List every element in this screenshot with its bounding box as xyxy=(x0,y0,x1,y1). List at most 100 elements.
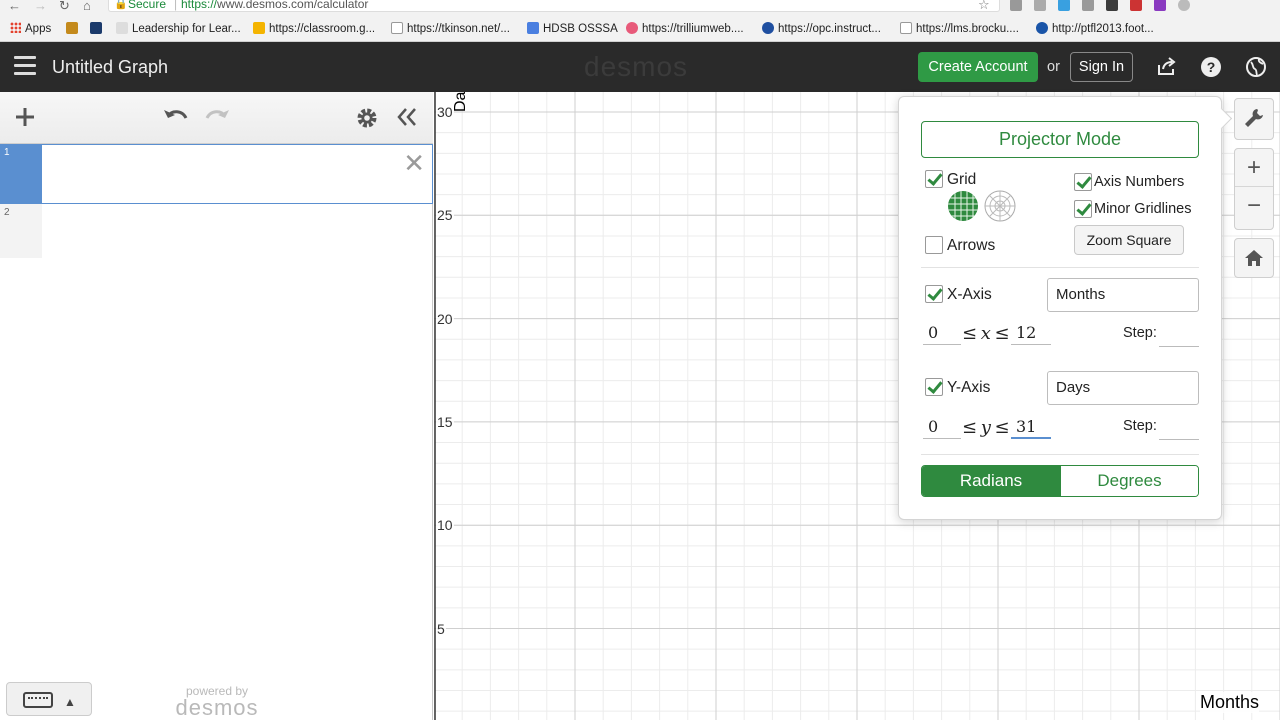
apps-grid-icon xyxy=(10,22,21,33)
degrees-button[interactable]: Degrees xyxy=(1060,466,1198,496)
share-icon[interactable] xyxy=(1155,56,1177,78)
redo-icon[interactable] xyxy=(203,104,231,134)
y-axis-title-input[interactable]: Days xyxy=(1047,371,1199,405)
expression-row[interactable]: 2 xyxy=(0,204,433,258)
expression-input[interactable] xyxy=(42,144,433,204)
graph-settings-button[interactable] xyxy=(1234,98,1274,140)
bookmark-item[interactable]: http://ptfl2013.foot... xyxy=(1036,22,1154,36)
globe-favicon xyxy=(1036,22,1048,34)
classroom-favicon xyxy=(253,22,265,34)
collapse-icon[interactable] xyxy=(396,104,418,134)
x-max-input[interactable]: 12 xyxy=(1011,323,1051,345)
polar-grid-icon[interactable] xyxy=(984,190,1016,222)
grid-label: Grid xyxy=(947,171,977,188)
axis-numbers-label: Axis Numbers xyxy=(1094,174,1185,190)
bookmark-item[interactable]: https://opc.instruct... xyxy=(762,22,881,36)
bookmark-icon-only[interactable] xyxy=(90,22,106,36)
y-tick-label: 10 xyxy=(436,517,454,534)
address-url[interactable]: https://www.desmos.com/calculator xyxy=(181,0,368,11)
sign-in-button[interactable]: Sign In xyxy=(1070,52,1133,82)
bookmark-item[interactable]: https://classroom.g... xyxy=(253,22,375,36)
help-icon[interactable]: ? xyxy=(1200,56,1222,78)
grid-checkbox[interactable] xyxy=(925,170,943,188)
settings-icon[interactable] xyxy=(355,104,379,136)
extension-icon[interactable] xyxy=(1178,0,1190,11)
y-step-label: Step: xyxy=(1123,418,1157,434)
add-icon[interactable] xyxy=(14,104,36,134)
extension-icon[interactable] xyxy=(1034,0,1046,11)
page-favicon xyxy=(900,22,912,34)
y-tick-label: 20 xyxy=(436,310,454,327)
x-axis-title-input[interactable]: Months xyxy=(1047,278,1199,312)
projector-mode-button[interactable]: Projector Mode xyxy=(921,121,1199,158)
expression-index: 2 xyxy=(0,204,42,258)
zoom-in-icon[interactable]: + xyxy=(1235,149,1273,187)
y-axis-label: Days xyxy=(452,92,469,112)
x-axis-label: Months xyxy=(1200,692,1260,713)
extension-icon[interactable] xyxy=(1130,0,1142,11)
divider xyxy=(921,454,1199,455)
default-viewport-button[interactable] xyxy=(1234,238,1274,278)
powered-by-desmos[interactable]: powered by desmos xyxy=(172,684,262,719)
y-tick-label: 5 xyxy=(436,620,446,637)
x-step-label: Step: xyxy=(1123,325,1157,341)
bookmark-item[interactable]: https://trilliumweb.... xyxy=(626,22,744,36)
url-rest: www.desmos.com/calculator xyxy=(217,0,369,11)
angle-mode-toggle: Radians Degrees xyxy=(921,465,1199,497)
minor-gridlines-checkbox[interactable] xyxy=(1074,200,1092,218)
x-axis-checkbox[interactable] xyxy=(925,285,943,303)
bookmark-icon-only[interactable] xyxy=(66,22,82,36)
home-icon xyxy=(1235,239,1273,277)
expression-toolbar xyxy=(0,92,433,144)
extension-icon[interactable] xyxy=(1010,0,1022,11)
svg-text:?: ? xyxy=(1207,59,1216,75)
extension-icon[interactable] xyxy=(1058,0,1070,11)
bookmark-star-icon[interactable]: ☆ xyxy=(978,0,990,13)
language-icon[interactable] xyxy=(1245,56,1267,78)
keyboard-icon xyxy=(23,692,53,708)
undo-icon[interactable] xyxy=(162,104,190,134)
page-favicon xyxy=(391,22,403,34)
y-min-input[interactable]: 0 xyxy=(923,417,961,439)
graph-title[interactable]: Untitled Graph xyxy=(52,57,168,78)
create-account-button[interactable]: Create Account xyxy=(918,52,1038,82)
bookmark-item[interactable]: Leadership for Lear... xyxy=(116,22,241,36)
expression-row[interactable]: 1 ✕ xyxy=(0,144,433,204)
extension-icon[interactable] xyxy=(1154,0,1166,11)
y-inequality: ≤ y ≤ xyxy=(962,417,1010,438)
x-min-input[interactable]: 0 xyxy=(923,323,961,345)
close-icon[interactable]: ✕ xyxy=(403,150,425,176)
expression-index: 1 xyxy=(0,144,42,204)
extension-icon[interactable] xyxy=(1082,0,1094,11)
back-icon[interactable]: ← xyxy=(8,0,21,13)
bookmark-item[interactable]: https://lms.brocku.... xyxy=(900,22,1019,36)
app-header: Untitled Graph desmos Create Account or … xyxy=(0,42,1280,92)
reload-icon[interactable]: ↻ xyxy=(59,0,70,14)
bookmark-apps[interactable]: Apps xyxy=(10,22,51,36)
zoom-out-icon[interactable]: − xyxy=(1235,187,1273,225)
y-step-input[interactable] xyxy=(1159,418,1199,440)
y-tick-label: 15 xyxy=(436,413,454,430)
menu-icon[interactable] xyxy=(14,56,36,76)
axis-numbers-checkbox[interactable] xyxy=(1074,173,1092,191)
bookmark-favicon xyxy=(66,22,78,34)
cartesian-grid-icon[interactable] xyxy=(947,190,979,222)
graph-settings-popover: Projector Mode Grid Axis Numbers Minor G… xyxy=(898,96,1222,520)
y-axis-checkbox[interactable] xyxy=(925,378,943,396)
forward-icon[interactable]: → xyxy=(34,0,47,13)
x-step-input[interactable] xyxy=(1159,325,1199,347)
secure-label: Secure xyxy=(128,0,167,11)
keypad-toggle-button[interactable]: ▲ xyxy=(6,682,92,716)
bookmark-item[interactable]: https://tkinson.net/... xyxy=(391,22,510,36)
bookmark-favicon xyxy=(116,22,128,34)
home-page-icon[interactable]: ⌂ xyxy=(83,0,91,13)
arrows-checkbox[interactable] xyxy=(925,236,943,254)
url-scheme: https:// xyxy=(181,0,218,11)
y-axis-label-text: Y-Axis xyxy=(947,379,991,396)
radians-button[interactable]: Radians xyxy=(922,466,1060,496)
y-max-input[interactable]: 31 xyxy=(1011,417,1051,439)
extension-icon[interactable] xyxy=(1106,0,1118,11)
minor-gridlines-label: Minor Gridlines xyxy=(1094,201,1192,217)
zoom-square-button[interactable]: Zoom Square xyxy=(1074,225,1184,255)
bookmark-item[interactable]: HDSB OSSSA xyxy=(527,22,618,36)
